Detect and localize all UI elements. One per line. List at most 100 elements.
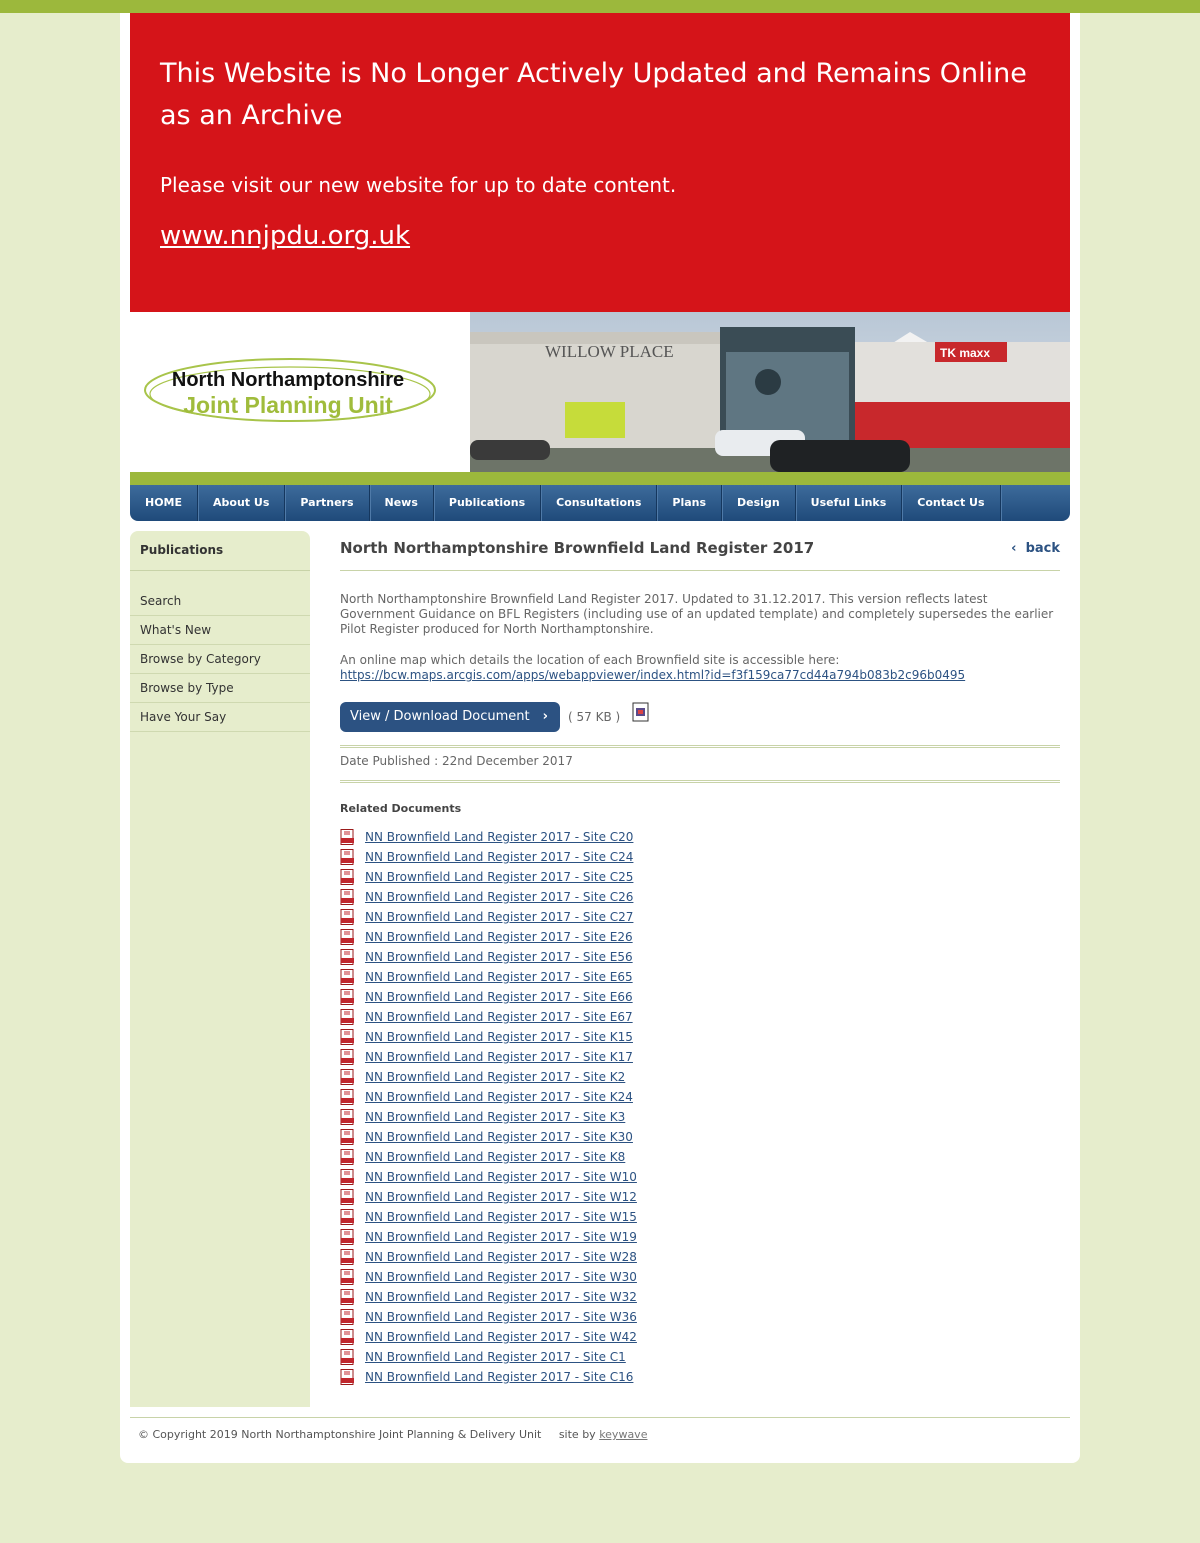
map-info: An online map which details the location… [340, 653, 1060, 683]
related-document-link[interactable]: NN Brownfield Land Register 2017 - Site … [365, 1147, 625, 1167]
back-link[interactable]: ‹ back [1011, 541, 1060, 556]
nav-about-us[interactable]: About Us [198, 485, 286, 521]
pdf-icon [340, 829, 354, 845]
sidebar-item-whats-new[interactable]: What's New [130, 616, 310, 645]
logo-graphic: North Northamptonshire Joint Planning Un… [144, 358, 436, 422]
view-download-button[interactable]: View / Download Document › [340, 702, 560, 732]
new-website-link[interactable]: www.nnjpdu.org.uk [160, 221, 410, 251]
related-document-link[interactable]: NN Brownfield Land Register 2017 - Site … [365, 1287, 637, 1307]
related-document-link[interactable]: NN Brownfield Land Register 2017 - Site … [365, 1267, 637, 1287]
sidebar-item-have-your-say[interactable]: Have Your Say [130, 703, 310, 732]
list-item: NN Brownfield Land Register 2017 - Site … [340, 1367, 637, 1387]
list-item: NN Brownfield Land Register 2017 - Site … [340, 1207, 637, 1227]
logo-line1: North Northamptonshire [172, 369, 404, 391]
related-document-link[interactable]: NN Brownfield Land Register 2017 - Site … [365, 1127, 633, 1147]
nav-news[interactable]: News [370, 485, 434, 521]
related-document-link[interactable]: NN Brownfield Land Register 2017 - Site … [365, 1067, 625, 1087]
pdf-icon [340, 1209, 354, 1225]
list-item: NN Brownfield Land Register 2017 - Site … [340, 1347, 637, 1367]
divider [340, 745, 1060, 748]
related-document-link[interactable]: NN Brownfield Land Register 2017 - Site … [365, 1367, 633, 1387]
related-document-link[interactable]: NN Brownfield Land Register 2017 - Site … [365, 1007, 633, 1027]
sidebar-item-browse-by-category[interactable]: Browse by Category [130, 645, 310, 674]
footer-keywave-link[interactable]: keywave [599, 1428, 647, 1441]
related-document-link[interactable]: NN Brownfield Land Register 2017 - Site … [365, 1307, 637, 1327]
pdf-icon [340, 1189, 354, 1205]
pdf-icon [340, 1329, 354, 1345]
site-header: North Northamptonshire Joint Planning Un… [130, 312, 1070, 472]
footer-copyright: © Copyright 2019 North Northamptonshire … [138, 1428, 542, 1441]
list-item: NN Brownfield Land Register 2017 - Site … [340, 1027, 637, 1047]
back-label: back [1025, 541, 1060, 556]
related-document-link[interactable]: NN Brownfield Land Register 2017 - Site … [365, 1227, 637, 1247]
sidebar-item-browse-by-type[interactable]: Browse by Type [130, 674, 310, 703]
related-document-link[interactable]: NN Brownfield Land Register 2017 - Site … [365, 1187, 637, 1207]
main-navigation: HOME About Us Partners News Publications… [130, 485, 1070, 521]
nav-consultations[interactable]: Consultations [541, 485, 658, 521]
related-document-link[interactable]: NN Brownfield Land Register 2017 - Site … [365, 927, 633, 947]
nav-plans[interactable]: Plans [657, 485, 723, 521]
pdf-icon [340, 1089, 354, 1105]
related-document-link[interactable]: NN Brownfield Land Register 2017 - Site … [365, 947, 633, 967]
related-document-link[interactable]: NN Brownfield Land Register 2017 - Site … [365, 967, 633, 987]
pdf-icon [340, 1269, 354, 1285]
related-document-link[interactable]: NN Brownfield Land Register 2017 - Site … [365, 987, 633, 1007]
pdf-icon [340, 989, 354, 1005]
pdf-icon [340, 1009, 354, 1025]
list-item: NN Brownfield Land Register 2017 - Site … [340, 887, 637, 907]
list-item: NN Brownfield Land Register 2017 - Site … [340, 1147, 637, 1167]
sidebar-item-search[interactable]: Search [130, 587, 310, 616]
list-item: NN Brownfield Land Register 2017 - Site … [340, 1007, 637, 1027]
date-published: Date Published : 22nd December 2017 [340, 754, 573, 768]
nav-home[interactable]: HOME [130, 485, 199, 521]
nav-partners[interactable]: Partners [285, 485, 370, 521]
list-item: NN Brownfield Land Register 2017 - Site … [340, 1267, 637, 1287]
file-size: ( 57 KB ) [568, 710, 621, 724]
sidebar-title: Publications [130, 531, 310, 571]
nav-useful-links[interactable]: Useful Links [796, 485, 903, 521]
nav-contact-us[interactable]: Contact Us [902, 485, 1001, 521]
nav-design[interactable]: Design [722, 485, 796, 521]
footer: © Copyright 2019 North Northamptonshire … [138, 1428, 647, 1441]
archive-notice: This Website is No Longer Actively Updat… [130, 13, 1070, 312]
related-document-link[interactable]: NN Brownfield Land Register 2017 - Site … [365, 1207, 637, 1227]
related-document-link[interactable]: NN Brownfield Land Register 2017 - Site … [365, 907, 633, 927]
related-document-link[interactable]: NN Brownfield Land Register 2017 - Site … [365, 1167, 637, 1187]
pdf-icon [340, 889, 354, 905]
pdf-icon [340, 1129, 354, 1145]
pdf-icon [340, 849, 354, 865]
related-document-link[interactable]: NN Brownfield Land Register 2017 - Site … [365, 1047, 633, 1067]
related-documents-list: NN Brownfield Land Register 2017 - Site … [340, 827, 637, 1387]
sidebar: Publications Search What's New Browse by… [130, 531, 310, 1407]
site-logo[interactable]: North Northamptonshire Joint Planning Un… [130, 312, 450, 472]
related-document-link[interactable]: NN Brownfield Land Register 2017 - Site … [365, 1107, 625, 1127]
pdf-icon [340, 1069, 354, 1085]
map-url-link[interactable]: https://bcw.maps.arcgis.com/apps/webappv… [340, 668, 965, 682]
banner-sign-left: WILLOW PLACE [545, 342, 674, 361]
footer-divider [130, 1417, 1070, 1418]
list-item: NN Brownfield Land Register 2017 - Site … [340, 1107, 637, 1127]
footer-site-by: site by [558, 1428, 596, 1441]
related-documents-heading: Related Documents [340, 802, 462, 815]
spreadsheet-file-icon [632, 702, 649, 722]
related-document-link[interactable]: NN Brownfield Land Register 2017 - Site … [365, 1247, 637, 1267]
pdf-icon [340, 1289, 354, 1305]
related-document-link[interactable]: NN Brownfield Land Register 2017 - Site … [365, 1027, 633, 1047]
list-item: NN Brownfield Land Register 2017 - Site … [340, 947, 637, 967]
pdf-icon [340, 1249, 354, 1265]
related-document-link[interactable]: NN Brownfield Land Register 2017 - Site … [365, 1327, 637, 1347]
pdf-icon [340, 1349, 354, 1365]
chevron-right-icon: › [542, 709, 548, 724]
archive-notice-title: This Website is No Longer Actively Updat… [160, 58, 1027, 131]
related-document-link[interactable]: NN Brownfield Land Register 2017 - Site … [365, 1347, 626, 1367]
related-document-link[interactable]: NN Brownfield Land Register 2017 - Site … [365, 867, 633, 887]
list-item: NN Brownfield Land Register 2017 - Site … [340, 1187, 637, 1207]
related-document-link[interactable]: NN Brownfield Land Register 2017 - Site … [365, 887, 633, 907]
related-document-link[interactable]: NN Brownfield Land Register 2017 - Site … [365, 1087, 633, 1107]
related-document-link[interactable]: NN Brownfield Land Register 2017 - Site … [365, 847, 633, 867]
related-document-link[interactable]: NN Brownfield Land Register 2017 - Site … [365, 827, 633, 847]
nav-publications[interactable]: Publications [434, 485, 542, 521]
list-item: NN Brownfield Land Register 2017 - Site … [340, 1227, 637, 1247]
list-item: NN Brownfield Land Register 2017 - Site … [340, 1167, 637, 1187]
list-item: NN Brownfield Land Register 2017 - Site … [340, 867, 637, 887]
